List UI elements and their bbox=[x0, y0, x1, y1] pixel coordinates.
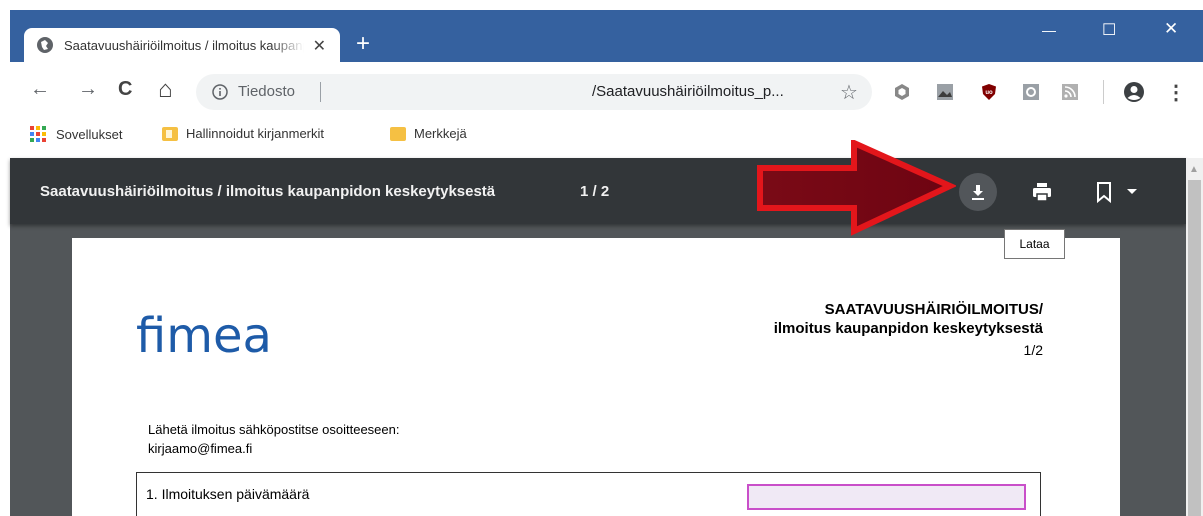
document-heading: SAATAVUUSHÄIRIÖILMOITUS/ ilmoitus kaupan… bbox=[774, 300, 1043, 338]
profile-avatar-icon[interactable] bbox=[1123, 81, 1145, 103]
toolbar-divider bbox=[1103, 80, 1104, 104]
print-icon[interactable] bbox=[1031, 181, 1053, 203]
scroll-up-arrow-icon[interactable]: ▲ bbox=[1189, 164, 1199, 175]
omnibox-separator bbox=[320, 82, 321, 102]
red-arrow-annotation bbox=[757, 140, 956, 236]
menu-kebab-icon[interactable]: ⋮ bbox=[1166, 80, 1186, 105]
date-input-field[interactable] bbox=[747, 484, 1026, 510]
bookmark-managed-label: Hallinnoidut kirjanmerkit bbox=[186, 126, 324, 141]
bookmark-folder-label: Merkkejä bbox=[414, 126, 467, 141]
document-note: Lähetä ilmoitus sähköpostitse osoitteese… bbox=[148, 420, 400, 458]
pdf-title: Saatavuushäiriöilmoitus / ilmoitus kaupa… bbox=[40, 183, 496, 200]
tab-title: Saatavuushäiriöilmoitus / ilmoitus kaupa… bbox=[64, 37, 304, 53]
new-tab-button[interactable]: + bbox=[356, 30, 370, 58]
home-button[interactable]: ⌂ bbox=[158, 76, 173, 104]
bookmark-apps[interactable]: Sovellukset bbox=[30, 126, 122, 142]
document-heading-line2: ilmoitus kaupanpidon keskeytyksestä bbox=[773, 320, 1043, 337]
svg-text:fimea: fimea bbox=[136, 308, 272, 364]
fimea-logo: fimea bbox=[136, 308, 272, 364]
image-extension-icon[interactable] bbox=[936, 83, 954, 101]
bookmark-folder-merkkeja[interactable]: Merkkejä bbox=[390, 126, 467, 141]
reload-button[interactable]: C bbox=[118, 78, 132, 101]
bookmark-star-icon[interactable]: ☆ bbox=[840, 80, 858, 105]
back-button[interactable]: ← bbox=[30, 78, 50, 101]
maximize-button[interactable]: ☐ bbox=[1102, 20, 1116, 40]
omnibox-url[interactable]: /Saatavuushäiriöilmoitus_p... bbox=[592, 83, 784, 100]
ublock-shield-icon[interactable]: uo bbox=[980, 83, 998, 101]
close-window-button[interactable]: ✕ bbox=[1164, 19, 1178, 39]
form-field-label: 1. Ilmoituksen päivämäärä bbox=[146, 486, 310, 502]
document-page-number: 1/2 bbox=[1023, 342, 1043, 358]
forward-button[interactable]: → bbox=[78, 78, 98, 101]
office-extension-icon[interactable] bbox=[1022, 83, 1040, 101]
rss-feed-icon[interactable] bbox=[1061, 83, 1079, 101]
tab-close-icon[interactable]: ✕ bbox=[313, 36, 326, 56]
document-note-email: kirjaamo@fimea.fi bbox=[148, 441, 253, 456]
bookmark-dropdown-icon[interactable] bbox=[1094, 180, 1144, 204]
info-icon[interactable] bbox=[212, 84, 228, 100]
folder-icon bbox=[390, 126, 406, 141]
scrollbar-thumb[interactable] bbox=[1188, 180, 1201, 516]
download-tooltip: Lataa bbox=[1004, 229, 1065, 259]
apps-grid-icon bbox=[30, 126, 46, 142]
download-icon bbox=[972, 185, 984, 200]
pdf-page-counter: 1 / 2 bbox=[580, 183, 610, 200]
globe-icon bbox=[37, 37, 53, 53]
document-note-line1: Lähetä ilmoitus sähköpostitse osoitteese… bbox=[148, 422, 400, 437]
document-heading-line1: SAATAVUUSHÄIRIÖILMOITUS/ bbox=[824, 301, 1043, 318]
omnibox-label: Tiedosto bbox=[238, 83, 295, 100]
bookmark-managed[interactable]: Hallinnoidut kirjanmerkit bbox=[162, 126, 324, 141]
download-button[interactable] bbox=[959, 173, 997, 211]
browser-tab[interactable]: Saatavuushäiriöilmoitus / ilmoitus kaupa… bbox=[24, 28, 340, 62]
bookmark-apps-label: Sovellukset bbox=[56, 126, 123, 142]
hexagon-extension-icon[interactable] bbox=[893, 83, 911, 101]
minimize-button[interactable]: — bbox=[1042, 22, 1056, 38]
svg-text:uo: uo bbox=[985, 90, 993, 96]
managed-folder-icon bbox=[162, 126, 178, 141]
